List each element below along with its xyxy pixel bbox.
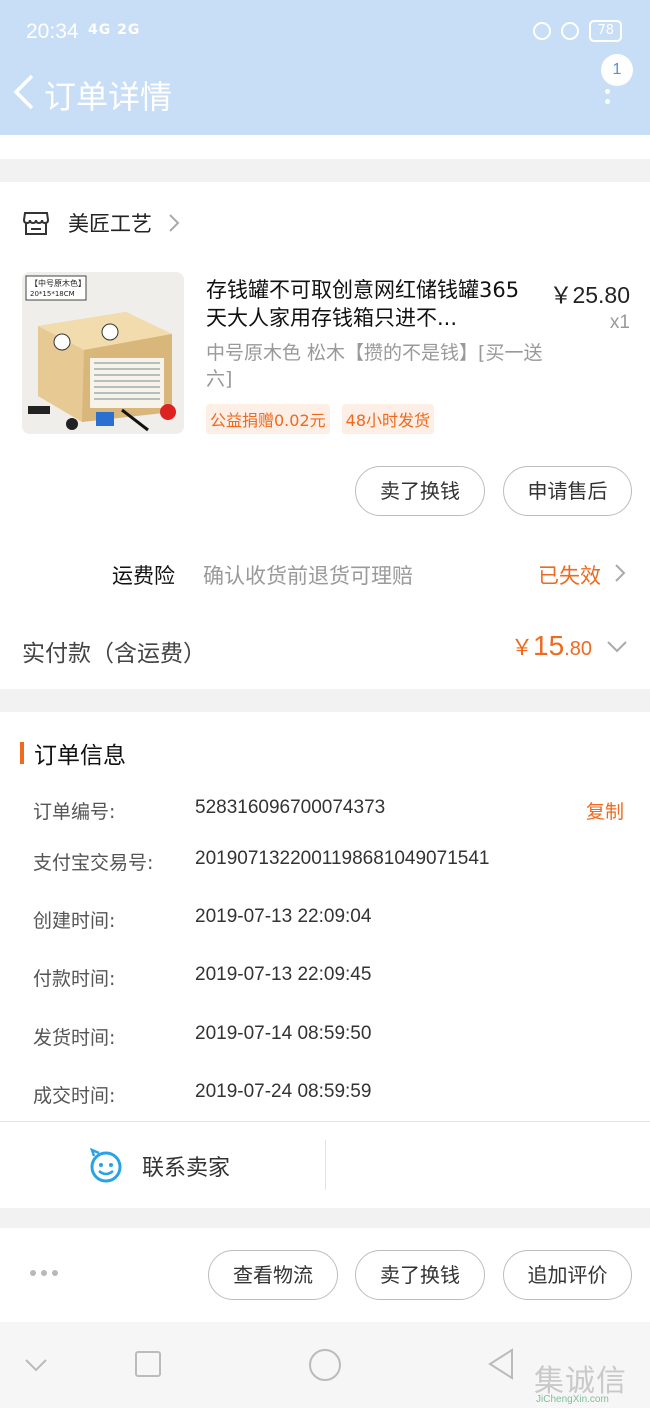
payment-amount: ￥15.80 xyxy=(511,630,592,662)
order-info-title: 订单信息 xyxy=(34,743,126,769)
bottom-action-bar: 查看物流 卖了换钱 追加评价 xyxy=(0,1228,650,1322)
alarm-icon xyxy=(561,22,580,40)
back-triangle-icon[interactable] xyxy=(486,1348,516,1380)
insurance-label: 运费险 xyxy=(112,564,175,588)
payment-amount-int: 15 xyxy=(533,630,565,661)
more-horizontal-icon[interactable] xyxy=(30,1270,58,1276)
chat-face-icon xyxy=(90,1148,122,1183)
shipped-time-row: 发货时间: 2019-07-14 08:59:50 xyxy=(0,1023,650,1055)
product-sku: 中号原木色 松木【攒的不是钱】[买一送六] xyxy=(206,342,543,390)
created-time-row: 创建时间: 2019-07-13 22:09:04 xyxy=(0,906,650,938)
shipping-insurance-row[interactable]: 运费险 确认收货前退货可理赔 已失效 xyxy=(0,554,650,594)
more-vertical-icon[interactable] xyxy=(600,86,614,126)
notification-badge[interactable]: 1 xyxy=(601,54,633,86)
signal-indicator: 4G 2G xyxy=(88,22,141,38)
info-key: 成交时间: xyxy=(33,1085,116,1107)
contact-seller-button[interactable]: 联系卖家 xyxy=(88,1148,230,1184)
shop-name: 美匠工艺 xyxy=(68,212,152,236)
recents-icon[interactable] xyxy=(134,1350,162,1378)
view-logistics-button[interactable]: 查看物流 xyxy=(208,1250,338,1300)
info-value: 2019-07-14 08:59:50 xyxy=(195,1023,372,1044)
payment-amount-dec: .80 xyxy=(564,638,592,660)
order-number-row: 订单编号: 528316096700074373 复制 xyxy=(0,797,650,829)
accent-bar xyxy=(20,742,24,764)
product-price: ￥25.80 xyxy=(549,282,630,308)
paid-time-row: 付款时间: 2019-07-13 22:09:45 xyxy=(0,964,650,996)
nav-bar: 订单详情 1 xyxy=(0,54,650,135)
battery-icon: 78 xyxy=(589,20,622,42)
completed-time-row: 成交时间: 2019-07-24 08:59:59 xyxy=(0,1081,650,1113)
info-value: 2019071322001198681049071541 xyxy=(195,848,490,869)
top-strip xyxy=(0,135,650,159)
info-value: 2019-07-13 22:09:04 xyxy=(195,906,372,927)
chevron-down-icon[interactable] xyxy=(606,640,628,654)
sell-for-cash-button[interactable]: 卖了换钱 xyxy=(355,1250,485,1300)
info-key: 付款时间: xyxy=(33,968,116,990)
product-image[interactable]: 【中号原木色】 20*15*18CM xyxy=(22,272,184,434)
thumb-size: 20*15*18CM xyxy=(30,290,75,298)
divider xyxy=(0,1121,650,1122)
status-time: 20:34 xyxy=(26,20,79,43)
info-key: 支付宝交易号: xyxy=(33,852,154,874)
insurance-desc: 确认收货前退货可理赔 xyxy=(203,564,413,588)
info-value: 2019-07-24 08:59:59 xyxy=(195,1081,372,1102)
product-title[interactable]: 存钱罐不可取创意网红储钱罐365天大人家用存钱箱只进不... xyxy=(206,276,526,332)
store-icon xyxy=(22,212,50,235)
sell-for-cash-button[interactable]: 卖了换钱 xyxy=(355,466,485,516)
chevron-down-icon[interactable] xyxy=(24,1358,48,1372)
info-key: 订单编号: xyxy=(33,801,116,823)
divider-vertical xyxy=(325,1140,326,1190)
thumb-label: 【中号原木色】 xyxy=(30,278,86,288)
info-value: 528316096700074373 xyxy=(195,797,386,818)
status-bar: 20:34 4G 2G 78 xyxy=(0,0,650,62)
product-quantity: x1 xyxy=(609,312,630,333)
insurance-status: 已失效 xyxy=(538,564,601,588)
shop-link[interactable]: 美匠工艺 xyxy=(22,208,180,238)
page-title: 订单详情 xyxy=(44,78,173,116)
payment-row[interactable]: 实付款（含运费） ￥15.80 xyxy=(0,626,650,676)
add-review-button[interactable]: 追加评价 xyxy=(503,1250,632,1300)
info-key: 创建时间: xyxy=(33,910,116,932)
contact-seller-label: 联系卖家 xyxy=(142,1156,231,1181)
chevron-right-icon xyxy=(169,214,180,232)
copy-button[interactable]: 复制 xyxy=(586,797,624,824)
lock-icon xyxy=(533,22,552,40)
payment-currency: ￥ xyxy=(511,635,534,660)
product-tags: 公益捐赠0.02元 48小时发货 xyxy=(206,404,435,434)
chevron-right-icon xyxy=(615,564,626,582)
order-info-card: 订单信息 订单编号: 528316096700074373 复制 支付宝交易号:… xyxy=(0,712,650,1208)
order-card: 美匠工艺 【中号原木色】 20*15*18CM 存钱罐不可取创意网红储钱罐365… xyxy=(0,182,650,689)
home-icon[interactable] xyxy=(308,1348,342,1382)
info-key: 发货时间: xyxy=(33,1027,116,1049)
shipping-tag: 48小时发货 xyxy=(341,404,435,434)
charity-tag: 公益捐赠0.02元 xyxy=(206,404,330,434)
status-icons: 78 xyxy=(533,20,622,42)
chevron-left-icon[interactable] xyxy=(10,72,40,112)
alipay-trade-row: 支付宝交易号: 2019071322001198681049071541 xyxy=(0,848,650,880)
info-value: 2019-07-13 22:09:45 xyxy=(195,964,372,985)
order-info-heading: 订单信息 xyxy=(20,736,126,770)
watermark-logo: 集诚信 JiChengXin.com xyxy=(534,1356,644,1405)
payment-label: 实付款（含运费） xyxy=(22,641,206,667)
watermark-en: JiChengXin.com xyxy=(536,1394,609,1405)
after-sale-button[interactable]: 申请售后 xyxy=(503,466,632,516)
